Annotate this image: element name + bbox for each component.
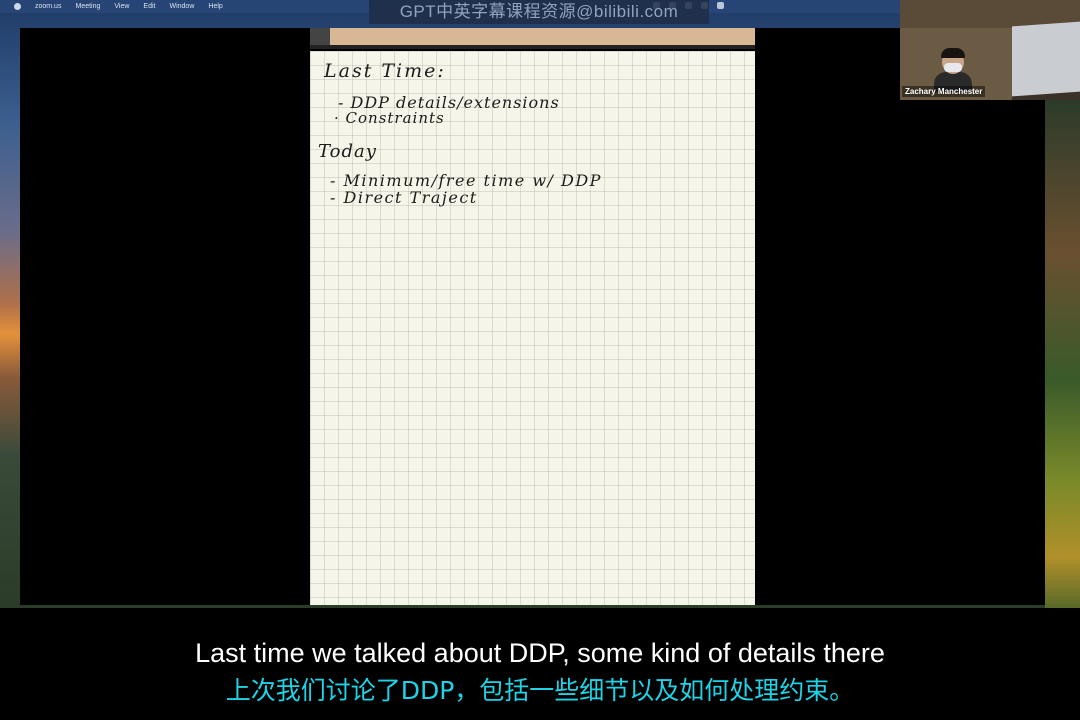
notes-page[interactable]: Last Time: - DDP details/extensions · Co… xyxy=(310,51,755,605)
desktop-wallpaper-right xyxy=(1045,100,1080,608)
menu-item-help[interactable]: Help xyxy=(208,3,222,10)
menu-item-meeting[interactable]: Meeting xyxy=(75,3,100,10)
webcam-tile[interactable]: Zachary Manchester xyxy=(900,0,1080,100)
menu-item-edit[interactable]: Edit xyxy=(143,3,155,10)
last-time-item: · Constraints xyxy=(334,109,445,127)
subtitle-chinese: 上次我们讨论了DDP，包括一些细节以及如何处理约束。 xyxy=(225,676,855,705)
subtitle-english: Last time we talked about DDP, some kind… xyxy=(195,638,885,668)
participant-mask xyxy=(944,63,962,72)
menu-item-app[interactable]: zoom.us xyxy=(35,3,61,10)
notes-app-toolbar xyxy=(310,28,755,49)
toolbar-divider xyxy=(310,45,755,49)
today-item: - Direct Traject xyxy=(330,188,478,207)
participant-name-label: Zachary Manchester xyxy=(902,86,986,97)
participant-hair xyxy=(941,48,965,58)
apple-icon[interactable] xyxy=(14,3,21,10)
mic-icon[interactable] xyxy=(717,2,724,9)
participant-video xyxy=(934,48,972,92)
watermark: GPT中英字幕课程资源@bilibili.com xyxy=(369,0,709,24)
last-time-heading: Last Time: xyxy=(324,60,446,82)
projector-screen xyxy=(1012,21,1080,97)
menu-item-view[interactable]: View xyxy=(114,3,129,10)
menu-item-window[interactable]: Window xyxy=(169,3,194,10)
today-heading: Today xyxy=(318,141,377,162)
